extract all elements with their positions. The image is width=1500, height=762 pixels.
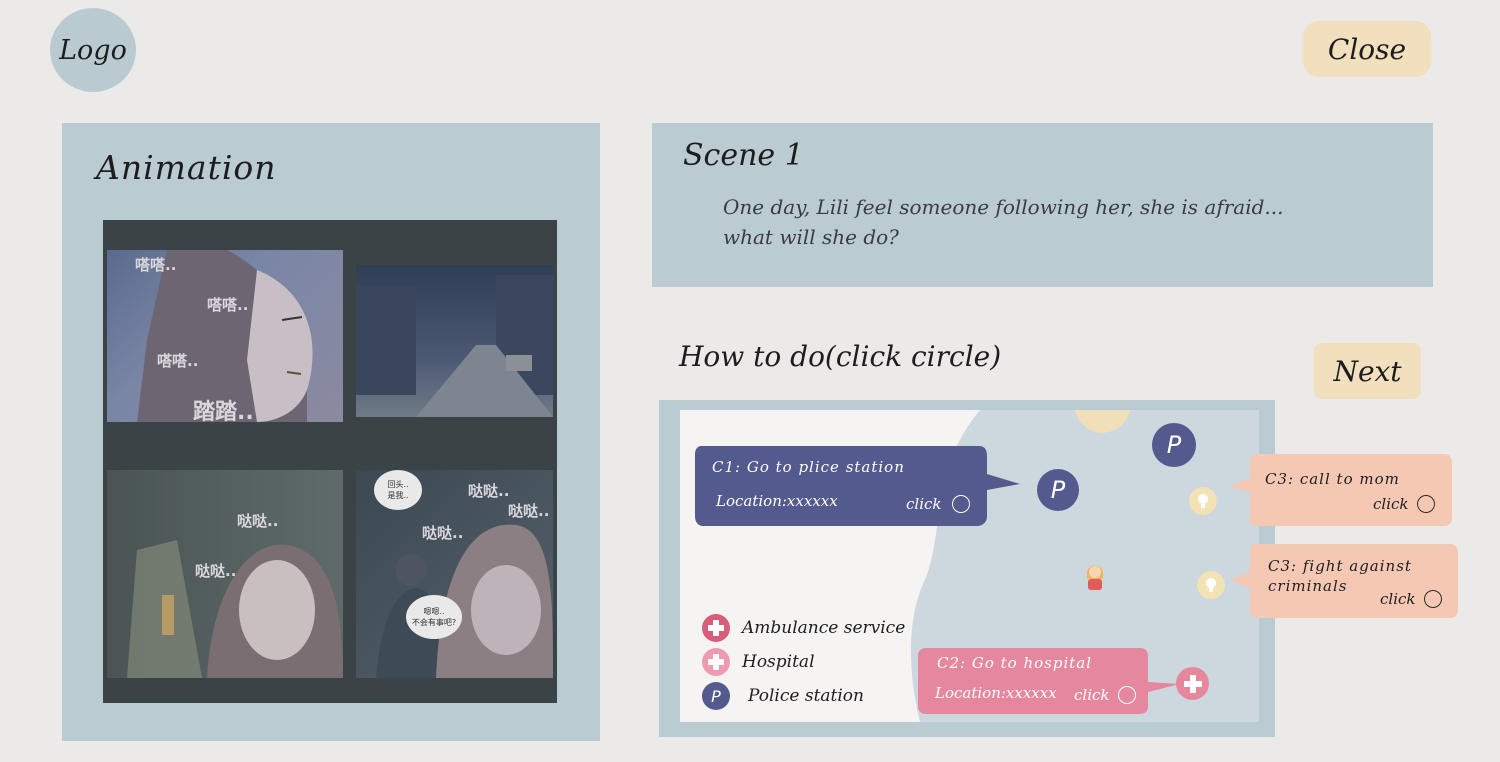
ambulance-icon bbox=[702, 614, 730, 642]
sfx-text: 踏踏.. bbox=[193, 400, 254, 422]
legend-label: Ambulance service bbox=[742, 618, 906, 638]
police-icon: P bbox=[702, 682, 730, 710]
hospital-icon bbox=[702, 648, 730, 676]
c3a-click-circle[interactable] bbox=[1416, 495, 1435, 513]
police-station-pin: P bbox=[1152, 423, 1196, 467]
comic-strip-image: 嗒嗒.. 嗒嗒.. 嗒嗒.. 踏踏.. 哒哒.. 哒哒.. 哒哒.. 哒哒.. … bbox=[103, 220, 557, 703]
speech-bubble: 嗯嗯.. 不会有事吧? bbox=[406, 595, 462, 639]
c2-click-control: click bbox=[1074, 686, 1136, 704]
logo: Logo bbox=[50, 8, 136, 92]
speech-bubble: 回头.. 是我.. bbox=[374, 470, 422, 510]
sfx-text: 嗒嗒.. bbox=[207, 296, 249, 314]
scene-title: Scene 1 bbox=[683, 138, 804, 173]
animation-title: Animation bbox=[96, 148, 277, 187]
c1-click-circle[interactable] bbox=[951, 495, 970, 513]
police-station-pin: P bbox=[1037, 469, 1079, 511]
c1-click-control: click bbox=[906, 495, 970, 513]
c3b-click-circle[interactable] bbox=[1423, 590, 1442, 608]
howto-title: How to do(click circle) bbox=[679, 340, 1002, 373]
comic-panel-1: 嗒嗒.. 嗒嗒.. 嗒嗒.. 踏踏.. bbox=[107, 250, 343, 422]
c3a-click-control: click bbox=[1373, 495, 1435, 513]
c3a-click-label: click bbox=[1373, 495, 1409, 513]
c2-title: C2: Go to hospital bbox=[937, 654, 1093, 672]
next-button[interactable]: Next bbox=[1314, 343, 1421, 399]
c1-click-label: click bbox=[906, 495, 942, 513]
legend-label: Police station bbox=[748, 686, 864, 706]
c3a-title: C3: call to mom bbox=[1265, 470, 1400, 488]
lightbulb-icon bbox=[1189, 487, 1217, 515]
c3b-click-control: click bbox=[1380, 590, 1442, 608]
sfx-text: 哒哒.. bbox=[508, 502, 550, 520]
comic-panel-4: 哒哒.. 哒哒.. 哒哒.. 回头.. 是我.. 嗯嗯.. 不会有事吧? bbox=[356, 470, 553, 678]
girl-location-icon bbox=[1087, 565, 1103, 590]
comic-panel-3: 哒哒.. 哒哒.. bbox=[107, 470, 343, 678]
legend-item-hospital: Hospital bbox=[702, 648, 815, 676]
scene-description: One day, Lili feel someone following her… bbox=[723, 192, 1363, 252]
legend-item-police: P Police station bbox=[702, 682, 864, 710]
c1-title: C1: Go to plice station bbox=[712, 458, 905, 476]
close-button[interactable]: Close bbox=[1303, 21, 1431, 77]
c2-click-circle[interactable] bbox=[1117, 686, 1136, 704]
scene-line-1: One day, Lili feel someone following her… bbox=[723, 195, 1284, 219]
c3a-bubble-shape bbox=[1228, 454, 1452, 526]
night-street-illustration bbox=[356, 275, 553, 417]
sfx-text: 嗒嗒.. bbox=[157, 352, 199, 370]
sfx-text: 哒哒.. bbox=[422, 524, 464, 542]
sfx-text: 哒哒.. bbox=[237, 512, 279, 530]
sfx-text: 哒哒.. bbox=[468, 482, 510, 500]
scene-line-2: what will she do? bbox=[723, 225, 899, 249]
hospital-pin bbox=[1176, 667, 1209, 700]
legend-label: Hospital bbox=[742, 652, 815, 672]
sfx-text: 嗒嗒.. bbox=[135, 256, 177, 274]
c3b-click-label: click bbox=[1380, 590, 1416, 608]
legend-item-ambulance: Ambulance service bbox=[702, 614, 905, 642]
sfx-text: 哒哒.. bbox=[195, 562, 237, 580]
c1-location: Location:xxxxxx bbox=[716, 492, 838, 510]
comic-panel-2 bbox=[356, 265, 553, 417]
c2-click-label: click bbox=[1074, 686, 1110, 704]
lightbulb-icon bbox=[1197, 571, 1225, 599]
c2-location: Location:xxxxxx bbox=[935, 684, 1057, 702]
